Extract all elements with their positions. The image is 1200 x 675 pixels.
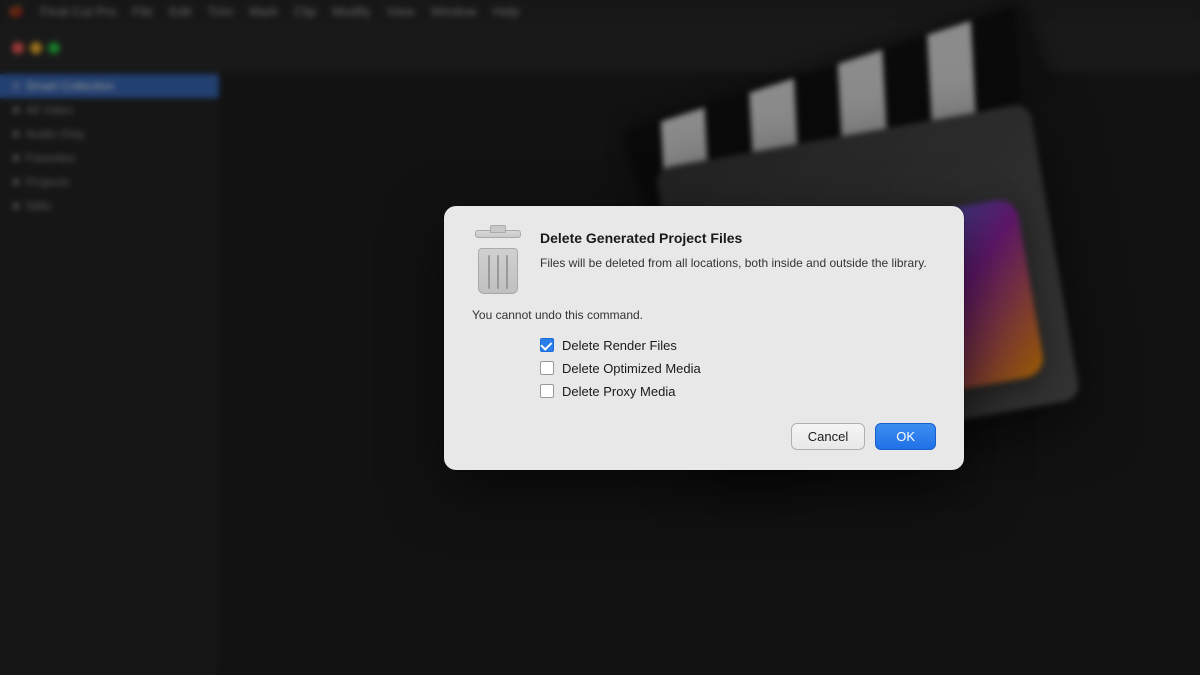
trash-line: [488, 255, 490, 289]
trash-icon: [472, 230, 524, 292]
checkbox-optimized-media-label: Delete Optimized Media: [562, 361, 701, 376]
cancel-button[interactable]: Cancel: [791, 423, 865, 450]
trash-line: [506, 255, 508, 289]
checkbox-optimized-media-input[interactable]: [540, 361, 554, 375]
trash-line: [497, 255, 499, 289]
trash-lid: [475, 230, 521, 238]
dialog-description: Files will be deleted from all locations…: [540, 254, 936, 272]
checkbox-render-files-input[interactable]: [540, 338, 554, 352]
checkbox-render-files[interactable]: Delete Render Files: [540, 338, 936, 353]
trash-body: [478, 248, 518, 294]
dialog-warning: You cannot undo this command.: [472, 308, 936, 322]
dialog-buttons: Cancel OK: [472, 419, 936, 450]
checkbox-proxy-media-input[interactable]: [540, 384, 554, 398]
checkbox-optimized-media[interactable]: Delete Optimized Media: [540, 361, 936, 376]
checkbox-render-files-label: Delete Render Files: [562, 338, 677, 353]
trash-lines: [479, 249, 517, 293]
delete-dialog: Delete Generated Project Files Files wil…: [444, 206, 964, 470]
dialog-title: Delete Generated Project Files: [540, 230, 936, 246]
checkbox-proxy-media-label: Delete Proxy Media: [562, 384, 675, 399]
ok-button[interactable]: OK: [875, 423, 936, 450]
dialog-header: Delete Generated Project Files Files wil…: [472, 230, 936, 292]
checkbox-proxy-media[interactable]: Delete Proxy Media: [540, 384, 936, 399]
checkbox-group: Delete Render Files Delete Optimized Med…: [540, 338, 936, 399]
dialog-title-area: Delete Generated Project Files Files wil…: [540, 230, 936, 272]
